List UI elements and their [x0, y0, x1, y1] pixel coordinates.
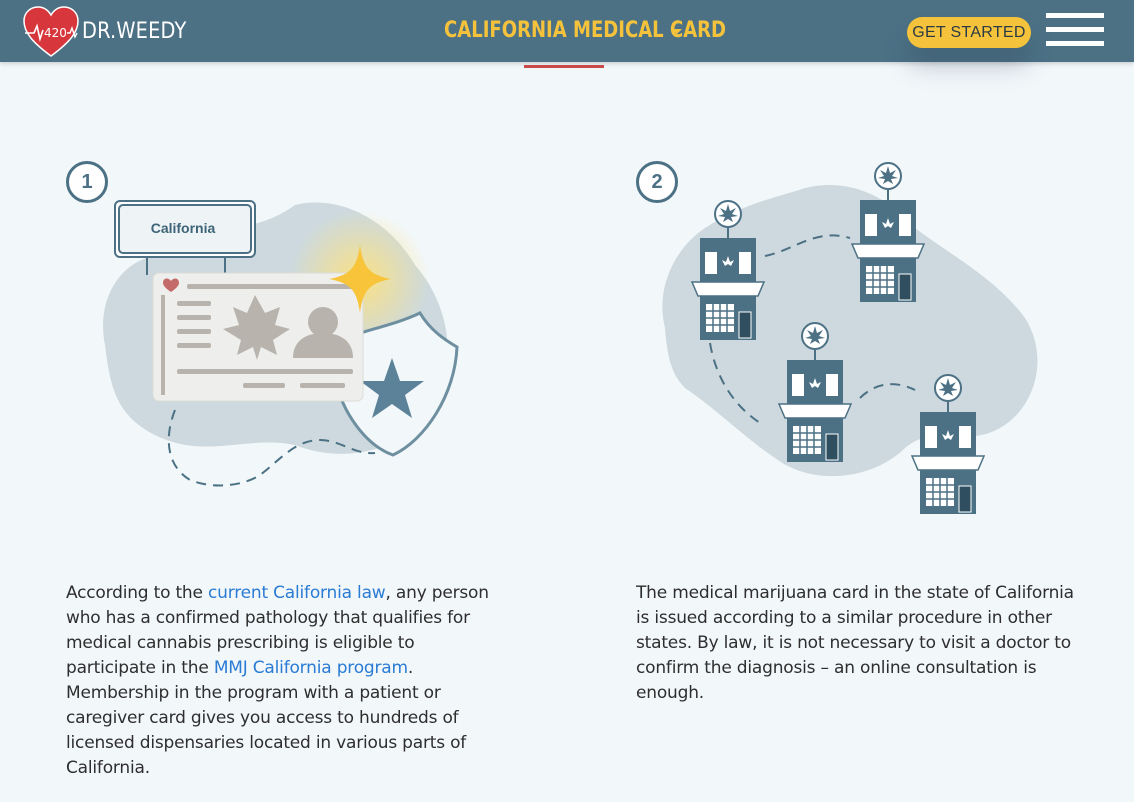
logo-number: 420 — [44, 26, 67, 40]
nav-california-medical-card[interactable]: CALIFORNIA MEDICAL CARD — [444, 18, 726, 43]
menu-bar — [1046, 13, 1104, 18]
hamburger-menu-icon[interactable] — [1046, 13, 1104, 47]
nav-active-underline — [524, 65, 604, 68]
step-1-paragraph: According to the current California law,… — [66, 581, 506, 781]
dispensaries-map-illustration — [662, 162, 1038, 515]
chevron-down-icon[interactable] — [672, 29, 682, 34]
menu-bar — [1046, 27, 1104, 32]
get-started-button[interactable]: GET STARTED — [907, 17, 1031, 48]
brand-name[interactable]: DR.WEEDY — [82, 19, 187, 44]
dispensary-building — [851, 162, 925, 303]
step-1-text: According to the — [66, 583, 208, 603]
heart-pulse-icon[interactable]: 420 — [22, 6, 80, 58]
step-2-paragraph: The medical marijuana card in the state … — [636, 583, 1074, 703]
current-california-law-link[interactable]: current California law — [208, 583, 386, 603]
id-card-illustration: California — [103, 200, 459, 487]
top-navbar: 420 DR.WEEDY CALIFORNIA MEDICAL CARD GET… — [0, 0, 1134, 62]
menu-bar — [1046, 41, 1104, 46]
california-sign-label: California — [151, 220, 216, 236]
mmj-california-program-link[interactable]: MMJ California program — [214, 658, 408, 678]
